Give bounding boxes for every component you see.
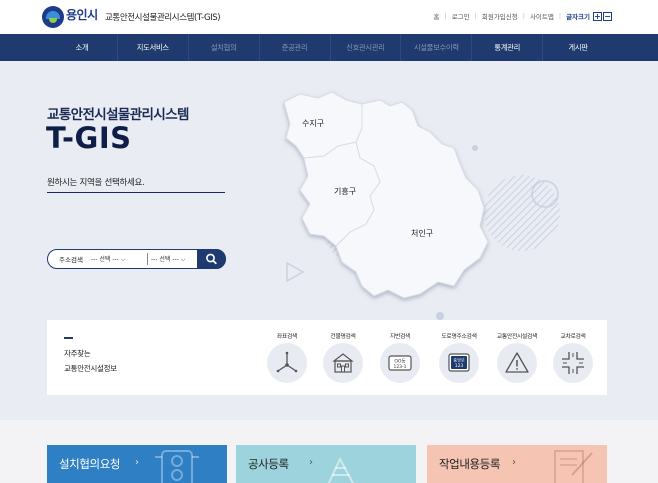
hero-section: 교통안전시설물관리시스템 T-GIS 원하시는 지역을 선택하세요. 주소검색 … [0, 61, 658, 420]
shortcut-coordinate-search[interactable]: 좌표검색 [259, 331, 315, 391]
shortcut-label: 지번검색 [389, 334, 411, 340]
quick-action-area: 설치협의요청 › 공사등록 › 작업내용등록 › [0, 420, 658, 483]
svg-text:123-1: 123-1 [393, 364, 406, 370]
nav-item-completion[interactable]: 준공관리 [258, 34, 330, 61]
road-address-icon: 중앙로 123 [439, 343, 479, 383]
shortcut-label: 좌표검색 [276, 334, 298, 340]
shortcut-label: 교통안전시설검색 [496, 334, 538, 340]
district-select[interactable]: --- 선택 --- ⌵ [91, 254, 125, 264]
signup-link[interactable]: 회원가입신청 [482, 11, 518, 21]
map-label-giheung[interactable]: 기흥구 [334, 186, 356, 196]
panel-title-line1: 자주찾는 [64, 349, 91, 358]
map-label-cheoin[interactable]: 처인구 [411, 228, 433, 238]
address-search: 주소검색 --- 선택 --- ⌵ --- 선택 --- ⌵ [47, 248, 226, 269]
hero-title: 교통안전시설물관리시스템 [47, 107, 189, 123]
separator: | [558, 12, 562, 20]
card-label: 공사등록 [248, 457, 289, 471]
shortcut-label: 도로명주소검색 [441, 334, 477, 340]
intersection-icon [553, 343, 593, 383]
hero-brand: T-GIS [46, 121, 132, 155]
font-size-label: 글자크기 [566, 13, 590, 21]
nav-item-repair-history[interactable]: 시설물보수이력 [400, 34, 471, 61]
font-increase-button[interactable]: + [593, 11, 602, 21]
shortcut-lot-number-search[interactable]: 지번검색 OO동 123-1 [372, 331, 428, 391]
nav-item-map-service[interactable]: 지도서비스 [116, 34, 188, 61]
font-decrease-button[interactable]: − [603, 11, 612, 21]
svg-text:OO동: OO동 [394, 359, 405, 365]
nav-item-statistics[interactable]: 통계관리 [471, 34, 542, 61]
shortcut-safety-facility-search[interactable]: 교통안전시설검색 [489, 331, 545, 391]
utility-links: 홈 | 로그인 | 회원가입신청 | 사이트맵 | 글자크기 + − [434, 11, 612, 21]
dot-decoration [436, 312, 444, 320]
divider [147, 253, 148, 265]
building-icon [323, 343, 363, 383]
hero-subtitle: 원하시는 지역을 선택하세요. [47, 178, 145, 188]
shortcut-label: 건물명검색 [330, 334, 356, 340]
construction-register-card[interactable]: 공사등록 › [236, 445, 416, 483]
chevron-right-icon: › [309, 457, 313, 468]
install-consult-request-card[interactable]: 설치협의요청 › [47, 445, 227, 483]
nav-item-signal[interactable]: 신호관시관리 [329, 34, 401, 61]
chevron-down-icon: ⌵ [120, 256, 126, 263]
coordinate-icon [267, 343, 307, 383]
hero-underline [47, 192, 225, 193]
city-emblem-icon [42, 6, 64, 28]
shortcut-road-address-search[interactable]: 도로명주소검색 중앙로 123 [431, 331, 487, 391]
shortcut-building-search[interactable]: 건물명검색 [315, 331, 371, 391]
main-nav: 소개 지도서비스 설치협의 준공관리 신호관시관리 시설물보수이력 통계관리 게… [0, 34, 658, 61]
nav-item-install-consult[interactable]: 설치협의 [187, 34, 259, 61]
chevron-right-icon: › [135, 457, 139, 468]
svg-text:123: 123 [455, 363, 464, 369]
separator: | [474, 12, 477, 20]
svg-text:중앙로: 중앙로 [453, 357, 465, 363]
separator: | [522, 12, 525, 20]
map-label-suji[interactable]: 수지구 [302, 119, 324, 128]
shortcut-intersection-search[interactable]: 교차로검색 [545, 331, 601, 391]
work-content-register-card[interactable]: 작업내용등록 › [427, 445, 607, 483]
card-label: 작업내용등록 [439, 457, 501, 471]
search-icon [206, 253, 217, 264]
shortcut-label: 교차로검색 [560, 334, 586, 340]
top-bar: 용인시 교통안전시설물관리시스템(T-GIS) 홈 | 로그인 | 회원가입신청… [0, 0, 658, 34]
chevron-right-icon: › [512, 457, 516, 468]
logo-text: 용인시 [66, 8, 98, 22]
nav-item-intro[interactable]: 소개 [47, 34, 117, 61]
yongin-logo[interactable]: 용인시 [42, 4, 98, 30]
search-button[interactable] [197, 248, 226, 269]
panel-accent [64, 337, 73, 339]
nav-item-board[interactable]: 게시판 [542, 34, 613, 61]
login-link[interactable]: 로그인 [452, 11, 470, 21]
card-label: 설치협의요청 [59, 457, 121, 471]
district-map: 수지구 기흥구 처인구 [283, 91, 489, 299]
lot-number-icon: OO동 123-1 [380, 343, 420, 383]
search-label: 주소검색 [59, 256, 83, 264]
separator: | [444, 12, 447, 20]
sitemap-link[interactable]: 사이트맵 [530, 11, 554, 21]
frequent-info-panel: 자주찾는 교통안전시설정보 좌표검색 건물명검색 지번검색 OO동 123-1 … [47, 320, 607, 395]
home-link[interactable]: 홈 [434, 11, 440, 21]
dong-select[interactable]: --- 선택 --- ⌵ [151, 254, 185, 264]
panel-title-line2: 교통안전시설정보 [64, 364, 117, 373]
warning-sign-icon [497, 343, 537, 383]
site-title: 교통안전시설물관리시스템(T-GIS) [105, 13, 221, 23]
chevron-down-icon: ⌵ [180, 256, 186, 263]
